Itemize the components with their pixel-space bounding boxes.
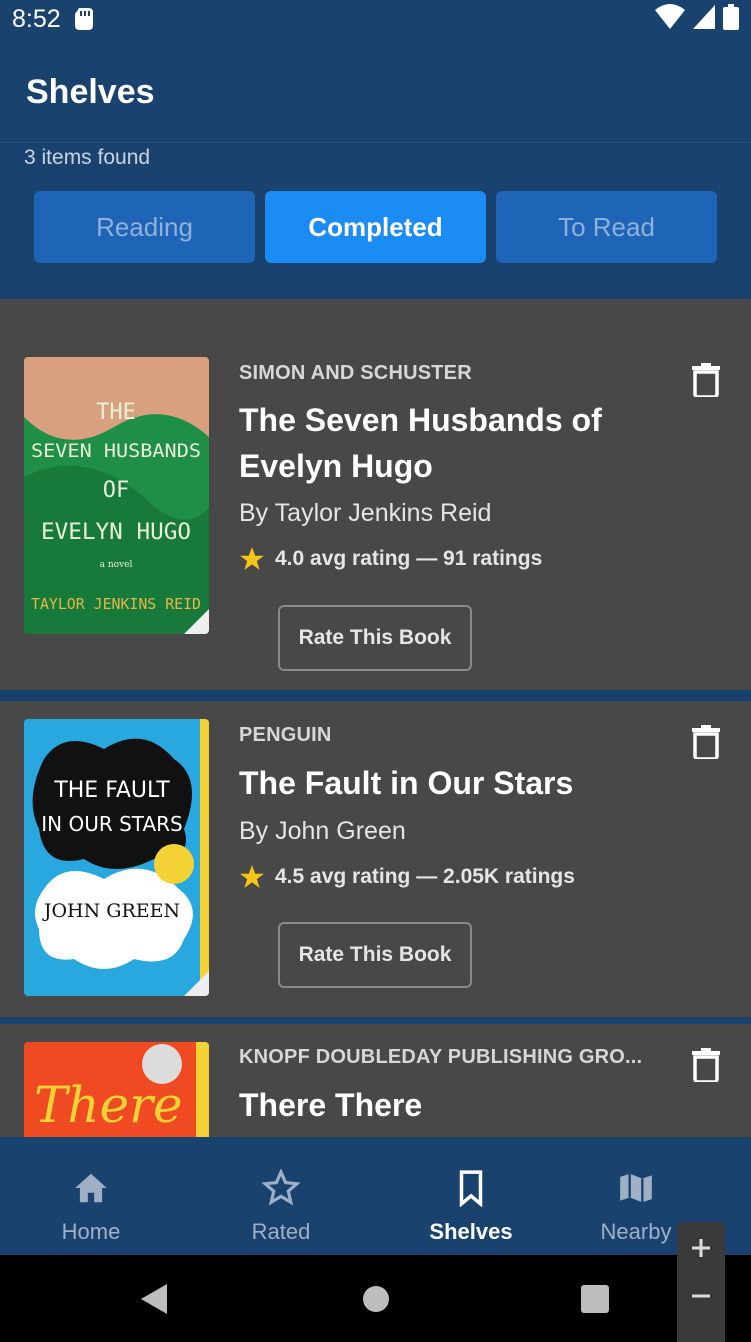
svg-text:SEVEN HUSBANDS: SEVEN HUSBANDS — [31, 440, 201, 462]
svg-text:OF: OF — [103, 478, 130, 503]
bottom-navigation: Home Rated Shelves Nearby — [0, 1137, 751, 1255]
nav-rated[interactable]: Rated — [186, 1137, 376, 1255]
status-time: 8:52 — [12, 4, 61, 33]
page-title: Shelves — [26, 73, 155, 111]
star-outline-icon — [262, 1169, 300, 1206]
tab-to-read[interactable]: To Read — [496, 191, 717, 263]
star-icon — [240, 865, 264, 888]
nav-home[interactable]: Home — [0, 1137, 186, 1255]
book-title: The Fault in Our Stars — [239, 765, 574, 801]
book-publisher: SIMON AND SCHUSTER — [239, 362, 472, 384]
map-icon — [620, 1173, 652, 1203]
book-publisher: PENGUIN — [239, 724, 332, 746]
book-author: By John Green — [239, 817, 406, 845]
svg-text:a novel: a novel — [100, 560, 133, 570]
book-publisher: KNOPF DOUBLEDAY PUBLISHING GRO... — [239, 1046, 643, 1068]
cover-art: There — [24, 1042, 209, 1137]
nav-label: Home — [61, 1219, 121, 1244]
book-list[interactable]: THE SEVEN HUSBANDS OF EVELYN HUGO a nove… — [0, 299, 751, 1137]
book-cover: THE SEVEN HUSBANDS OF EVELYN HUGO a nove… — [24, 357, 209, 634]
app-bar: Shelves — [0, 38, 751, 143]
svg-text:There: There — [34, 1076, 183, 1134]
zoom-control[interactable] — [677, 1222, 725, 1342]
svg-text:IN OUR STARS: IN OUR STARS — [41, 812, 182, 836]
rate-book-button[interactable]: Rate This Book — [278, 605, 472, 671]
delete-icon[interactable] — [692, 1048, 720, 1082]
recents-icon[interactable] — [581, 1285, 609, 1313]
svg-text:TAYLOR JENKINS REID: TAYLOR JENKINS REID — [31, 595, 201, 613]
rating-row: 4.0 avg rating — 91 ratings — [239, 546, 542, 572]
nav-label: Rated — [251, 1219, 311, 1244]
bookmark-icon — [459, 1170, 483, 1207]
book-cover: THE FAULT IN OUR STARS JOHN GREEN — [24, 719, 209, 996]
home-icon — [75, 1173, 107, 1203]
svg-text:EVELYN HUGO: EVELYN HUGO — [41, 520, 191, 545]
home-circle-icon[interactable] — [362, 1285, 390, 1313]
svg-text:JOHN GREEN: JOHN GREEN — [42, 900, 180, 922]
book-card[interactable]: THE FAULT IN OUR STARS JOHN GREEN PENGUI… — [0, 701, 751, 1017]
rate-book-button[interactable]: Rate This Book — [278, 922, 472, 988]
status-bar: 8:52 — [0, 0, 751, 38]
back-icon[interactable] — [141, 1284, 169, 1314]
book-title: There There — [239, 1087, 423, 1123]
rating-text: 4.5 avg rating — 2.05K ratings — [275, 865, 575, 888]
delete-icon[interactable] — [692, 363, 720, 397]
book-card[interactable]: THE SEVEN HUSBANDS OF EVELYN HUGO a nove… — [0, 337, 751, 690]
battery-icon — [723, 4, 739, 30]
rating-text: 4.0 avg rating — 91 ratings — [275, 547, 543, 570]
wifi-icon — [655, 4, 685, 29]
shelf-tabs: Reading Completed To Read — [34, 191, 717, 263]
result-count: 3 items found — [24, 146, 151, 169]
svg-text:THE FAULT: THE FAULT — [53, 778, 170, 803]
nav-label: Nearby — [600, 1219, 672, 1244]
nav-label: Shelves — [429, 1219, 513, 1244]
tab-reading[interactable]: Reading — [34, 191, 255, 263]
nav-shelves[interactable]: Shelves — [376, 1137, 566, 1255]
svg-text:THE: THE — [96, 400, 136, 425]
tab-completed[interactable]: Completed — [265, 191, 486, 263]
system-navigation-bar — [0, 1255, 751, 1342]
sd-card-icon — [74, 8, 93, 30]
book-title: The Seven Husbands of Evelyn Hugo — [239, 402, 602, 484]
cover-art: THE FAULT IN OUR STARS JOHN GREEN — [24, 719, 209, 996]
cover-art: THE SEVEN HUSBANDS OF EVELYN HUGO a nove… — [24, 357, 209, 634]
star-icon — [240, 547, 264, 570]
zoom-in-icon[interactable] — [691, 1238, 711, 1258]
book-card[interactable]: There KNOPF DOUBLEDAY PUBLISHING GRO... … — [0, 1024, 751, 1137]
book-cover: There — [24, 1042, 209, 1137]
delete-icon[interactable] — [692, 725, 720, 759]
signal-icon — [693, 5, 715, 29]
book-author: By Taylor Jenkins Reid — [239, 499, 492, 527]
zoom-out-icon[interactable] — [691, 1286, 711, 1306]
rating-row: 4.5 avg rating — 2.05K ratings — [239, 864, 575, 890]
